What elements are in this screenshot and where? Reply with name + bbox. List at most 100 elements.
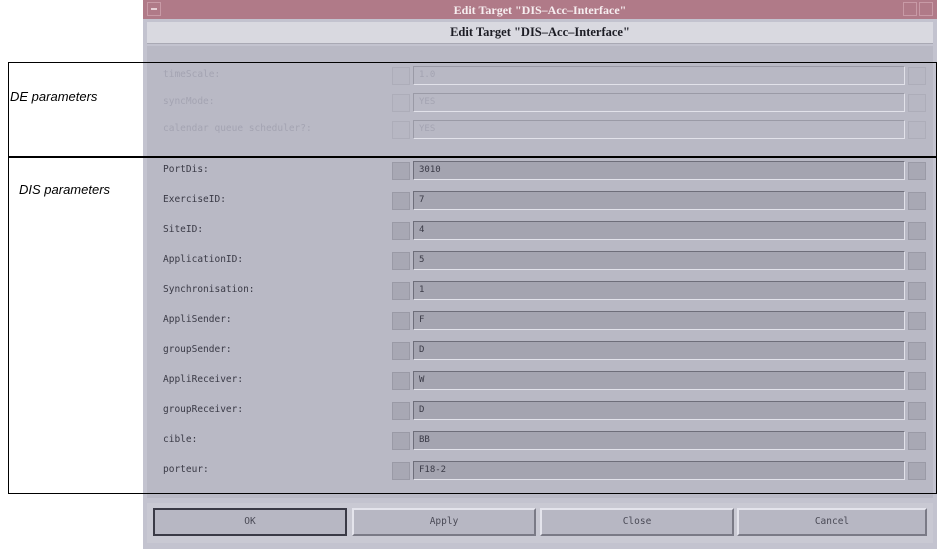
apply-button[interactable]: Apply — [352, 508, 536, 536]
param-label: AppliReceiver: — [163, 374, 244, 385]
param-value: F — [419, 315, 425, 325]
param-label: ApplicationID: — [163, 254, 244, 265]
param-toggle[interactable] — [392, 342, 410, 360]
param-input[interactable]: D — [413, 341, 905, 360]
param-side-button[interactable] — [908, 402, 926, 420]
param-input[interactable]: YES — [413, 93, 905, 112]
param-input[interactable]: 7 — [413, 191, 905, 210]
param-toggle[interactable] — [392, 402, 410, 420]
param-label: Synchronisation: — [163, 284, 255, 295]
dialog-heading-text: Edit Target "DIS–Acc–Interface" — [450, 25, 630, 39]
param-row-siteid: SiteID: 4 — [147, 217, 933, 244]
param-row-groupsender: groupSender: D — [147, 337, 933, 364]
param-row-porteur: porteur: F18-2 — [147, 457, 933, 484]
param-toggle[interactable] — [392, 162, 410, 180]
param-row-exerciseid: ExerciseID: 7 — [147, 187, 933, 214]
param-label: AppliSender: — [163, 314, 232, 325]
param-value: 1 — [419, 285, 425, 295]
param-label: porteur: — [163, 464, 209, 475]
param-input[interactable]: BB — [413, 431, 905, 450]
param-input[interactable]: 5 — [413, 251, 905, 270]
param-row-applisender: AppliSender: F — [147, 307, 933, 334]
param-side-button[interactable] — [908, 121, 926, 139]
param-value: YES — [419, 124, 436, 134]
param-input[interactable]: 1 — [413, 281, 905, 300]
param-side-button[interactable] — [908, 162, 926, 180]
param-side-button[interactable] — [908, 312, 926, 330]
param-value: 7 — [419, 195, 425, 205]
param-side-button[interactable] — [908, 282, 926, 300]
close-button[interactable]: Close — [540, 508, 734, 536]
param-toggle[interactable] — [392, 312, 410, 330]
param-row-synchronisation: Synchronisation: 1 — [147, 277, 933, 304]
param-value: D — [419, 345, 425, 355]
param-row-groupreceiver: groupReceiver: D — [147, 397, 933, 424]
param-label: groupReceiver: — [163, 404, 244, 415]
param-value: D — [419, 405, 425, 415]
param-label: cible: — [163, 434, 198, 445]
window-titlebar[interactable]: Edit Target "DIS–Acc–Interface" — [143, 0, 937, 19]
maximize-icon[interactable] — [919, 2, 933, 16]
param-toggle[interactable] — [392, 121, 410, 139]
param-row-applicationid: ApplicationID: 5 — [147, 247, 933, 274]
param-toggle[interactable] — [392, 282, 410, 300]
param-input[interactable]: YES — [413, 120, 905, 139]
param-side-button[interactable] — [908, 372, 926, 390]
param-label: groupSender: — [163, 344, 232, 355]
param-input[interactable]: W — [413, 371, 905, 390]
dis-parameters-label: DIS parameters — [19, 182, 111, 197]
param-side-button[interactable] — [908, 462, 926, 480]
param-label: SiteID: — [163, 224, 204, 235]
param-value: YES — [419, 97, 436, 107]
param-label: ExerciseID: — [163, 194, 226, 205]
window-title: Edit Target "DIS–Acc–Interface" — [453, 3, 627, 17]
param-input[interactable]: D — [413, 401, 905, 420]
param-label: timeScale: — [163, 69, 221, 80]
param-value: W — [419, 375, 425, 385]
param-side-button[interactable] — [908, 94, 926, 112]
param-toggle[interactable] — [392, 67, 410, 85]
param-side-button[interactable] — [908, 432, 926, 450]
dialog-heading: Edit Target "DIS–Acc–Interface" — [147, 22, 933, 44]
param-value: F18-2 — [419, 465, 447, 475]
dialog-button-bar: OK Apply Close Cancel — [147, 503, 933, 543]
ok-button[interactable]: OK — [153, 508, 347, 536]
param-toggle[interactable] — [392, 94, 410, 112]
de-parameters-label: DE parameters — [10, 89, 98, 104]
param-value: 4 — [419, 225, 425, 235]
param-value: 5 — [419, 255, 425, 265]
param-toggle[interactable] — [392, 192, 410, 210]
param-label: syncMode: — [163, 96, 215, 107]
param-input[interactable]: F — [413, 311, 905, 330]
param-toggle[interactable] — [392, 222, 410, 240]
param-row-cible: cible: BB — [147, 427, 933, 454]
param-side-button[interactable] — [908, 252, 926, 270]
edit-target-dialog: Edit Target "DIS–Acc–Interface" Edit Tar… — [143, 0, 937, 549]
parameters-panel: timeScale: 1.0 syncMode: YES calendar qu… — [147, 46, 933, 498]
param-value: 3010 — [419, 165, 441, 175]
cancel-button[interactable]: Cancel — [737, 508, 927, 536]
param-input[interactable]: 4 — [413, 221, 905, 240]
minimize-icon[interactable] — [903, 2, 917, 16]
param-side-button[interactable] — [908, 342, 926, 360]
param-toggle[interactable] — [392, 372, 410, 390]
param-side-button[interactable] — [908, 222, 926, 240]
param-input[interactable]: 3010 — [413, 161, 905, 180]
param-label: calendar queue scheduler?: — [163, 123, 312, 134]
param-input[interactable]: F18-2 — [413, 461, 905, 480]
param-input[interactable]: 1.0 — [413, 66, 905, 85]
param-row-timescale: timeScale: 1.0 — [147, 62, 933, 89]
param-value: 1.0 — [419, 70, 436, 80]
param-side-button[interactable] — [908, 67, 926, 85]
param-toggle[interactable] — [392, 462, 410, 480]
param-row-portdis: PortDis: 3010 — [147, 157, 933, 184]
param-row-applireceiver: AppliReceiver: W — [147, 367, 933, 394]
param-toggle[interactable] — [392, 432, 410, 450]
param-label: PortDis: — [163, 164, 209, 175]
annotation-column — [0, 0, 143, 549]
param-row-calendar-queue: calendar queue scheduler?: YES — [147, 116, 933, 143]
param-row-syncmode: syncMode: YES — [147, 89, 933, 116]
param-toggle[interactable] — [392, 252, 410, 270]
param-side-button[interactable] — [908, 192, 926, 210]
param-value: BB — [419, 435, 430, 445]
